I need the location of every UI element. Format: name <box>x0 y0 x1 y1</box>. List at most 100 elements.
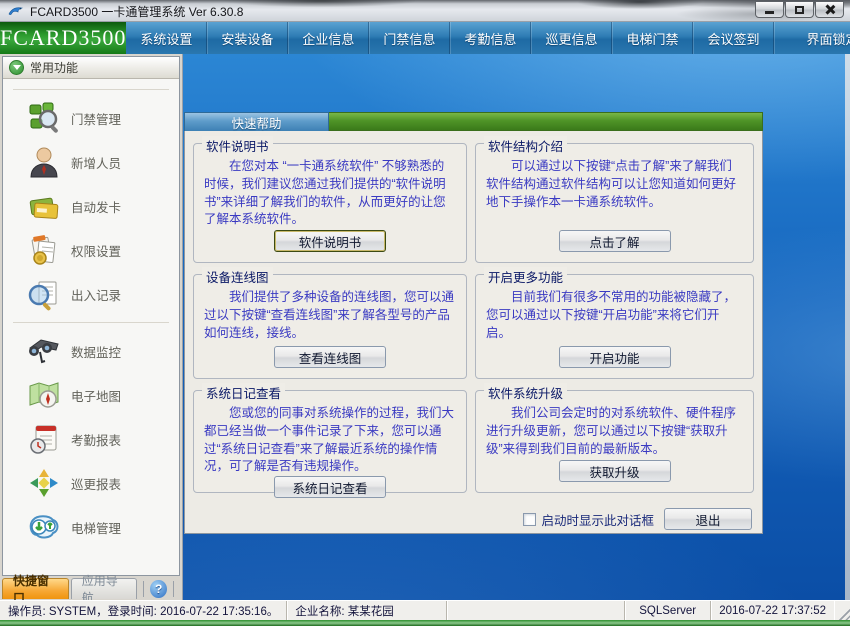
show-on-startup-checkbox[interactable] <box>523 513 536 526</box>
view-wiring-button[interactable]: 查看连线图 <box>274 346 386 368</box>
app-bird-icon <box>8 5 24 19</box>
menu-elevator-access[interactable]: 电梯门禁 <box>612 22 693 54</box>
sidebar-tabs: 快捷窗口 应用导航 ? <box>2 576 180 600</box>
panel-title: 软件说明书 <box>202 136 273 155</box>
menu-patrol-info[interactable]: 巡更信息 <box>531 22 612 54</box>
app-logo: FCARD3500 <box>0 22 126 54</box>
sidebar-item-records[interactable]: 出入记录 <box>3 272 179 316</box>
divider <box>13 89 169 90</box>
close-icon <box>824 4 835 15</box>
sidebar-item-e-map[interactable]: 电子地图 <box>3 373 179 417</box>
window-bottom-edge <box>0 620 850 626</box>
sidebar-item-elevator[interactable]: 电梯管理 <box>3 505 179 549</box>
system-log-button[interactable]: 系统日记查看 <box>274 476 386 498</box>
panel-software-manual: 软件说明书 在您对本 “一卡通系统软件” 不够熟悉的时候，我们建议您通过我们提供… <box>193 143 467 263</box>
menu-access-info[interactable]: 门禁信息 <box>369 22 450 54</box>
sidebar-item-label: 数据监控 <box>71 342 121 361</box>
enable-functions-button[interactable]: 开启功能 <box>559 346 671 368</box>
sidebar-item-label: 电子地图 <box>71 386 121 405</box>
workspace-background: 快速帮助 软件说明书 在您对本 “一卡通系统软件” 不够熟悉的时候，我们建议您通… <box>183 54 850 600</box>
panel-software-structure: 软件结构介绍 可以通过以下按键“点击了解”来了解我们软件结构通过软件结构可以让您… <box>475 143 754 263</box>
minimize-icon <box>765 11 774 14</box>
click-to-learn-button[interactable]: 点击了解 <box>559 230 671 252</box>
panel-software-upgrade: 软件系统升级 我们公司会定时的对系统软件、硬件程序进行升级更新，您可以通过以下按… <box>475 390 754 493</box>
status-bar: 操作员: SYSTEM，登录时间: 2016-07-22 17:35:16。 企… <box>0 600 850 620</box>
panel-text: 在您对本 “一卡通系统软件” 不够熟悉的时候，我们建议您通过我们提供的“软件说明… <box>204 158 456 229</box>
window-right-edge <box>845 54 850 600</box>
status-operator: 操作员: SYSTEM，登录时间: 2016-07-22 17:35:16。 <box>0 601 287 620</box>
sidebar-item-patrol-report[interactable]: 巡更报表 <box>3 461 179 505</box>
minimize-button[interactable] <box>755 1 784 18</box>
sidebar-header-label: 常用功能 <box>30 59 78 76</box>
elevator-icon <box>27 510 61 544</box>
show-on-startup-option[interactable]: 启动时显示此对话框 <box>523 510 654 529</box>
panel-wiring-diagram: 设备连线图 我们提供了多种设备的连线图，您可以通过以下按键“查看连线图”来了解各… <box>193 274 467 379</box>
maximize-button[interactable] <box>785 1 814 18</box>
menu-attendance-info[interactable]: 考勤信息 <box>450 22 531 54</box>
e-map-icon <box>27 378 61 412</box>
panel-text: 我们提供了多种设备的连线图，您可以通过以下按键“查看连线图”来了解各型号的产品如… <box>204 289 456 342</box>
patrol-report-icon <box>27 466 61 500</box>
sidebar-item-auto-card[interactable]: 自动发卡 <box>3 184 179 228</box>
panel-title: 软件系统升级 <box>484 383 567 402</box>
tab-quick-window[interactable]: 快捷窗口 <box>2 578 69 599</box>
status-company: 企业名称: 某某花园 <box>287 601 447 620</box>
panel-text: 可以通过以下按键“点击了解”来了解我们软件结构通过软件结构可以让您知道如何更好地… <box>486 158 743 211</box>
attendance-report-icon <box>27 422 61 456</box>
tab-app-navigation[interactable]: 应用导航 <box>71 578 138 599</box>
menu-enterprise-info[interactable]: 企业信息 <box>288 22 369 54</box>
sidebar-item-label: 出入记录 <box>71 285 121 304</box>
panel-title: 软件结构介绍 <box>484 136 567 155</box>
sidebar-item-label: 考勤报表 <box>71 430 121 449</box>
app-window: FCARD3500 一卡通管理系统 Ver 6.30.8 FCARD3500 系… <box>0 0 850 626</box>
divider <box>143 581 144 597</box>
panel-text: 我们公司会定时的对系统软件、硬件程序进行升级更新，您可以通过以下按键“获取升级”… <box>486 405 743 458</box>
software-manual-button[interactable]: 软件说明书 <box>274 230 386 252</box>
panel-text: 目前我们有很多不常用的功能被隐藏了，您可以通过以下按键“开启功能”来将它们开启。 <box>486 289 743 342</box>
panel-more-functions: 开启更多功能 目前我们有很多不常用的功能被隐藏了，您可以通过以下按键“开启功能”… <box>475 274 754 379</box>
menu-meeting-signin[interactable]: 会议签到 <box>693 22 774 54</box>
sidebar-item-label: 电梯管理 <box>71 518 121 537</box>
door-access-icon <box>27 101 61 135</box>
sidebar-item-add-person[interactable]: 新增人员 <box>3 140 179 184</box>
sidebar-item-permission[interactable]: 权限设置 <box>3 228 179 272</box>
divider <box>173 581 174 597</box>
auto-card-icon <box>27 189 61 223</box>
window-title: FCARD3500 一卡通管理系统 Ver 6.30.8 <box>30 3 243 20</box>
quick-help-dialog: 快速帮助 软件说明书 在您对本 “一卡通系统软件” 不够熟悉的时候，我们建议您通… <box>184 112 763 534</box>
panel-title: 系统日记查看 <box>202 383 285 402</box>
menu-bar: FCARD3500 系统设置 安装设备 企业信息 门禁信息 考勤信息 巡更信息 … <box>0 22 850 54</box>
menu-install-device[interactable]: 安装设备 <box>207 22 288 54</box>
sidebar-item-label: 巡更报表 <box>71 474 121 493</box>
sidebar-item-attendance-report[interactable]: 考勤报表 <box>3 417 179 461</box>
sidebar-item-label: 自动发卡 <box>71 197 121 216</box>
sidebar-item-label: 门禁管理 <box>71 109 121 128</box>
sidebar-item-data-monitor[interactable]: 数据监控 <box>3 329 179 373</box>
panel-system-log: 系统日记查看 您或您的同事对系统操作的过程，我们大都已经当做一个事件记录了下来，… <box>193 390 467 493</box>
data-monitor-icon <box>27 334 61 368</box>
panel-title: 设备连线图 <box>202 267 273 286</box>
exit-button[interactable]: 退出 <box>664 508 752 530</box>
permission-icon <box>27 233 61 267</box>
menu-system-settings[interactable]: 系统设置 <box>126 22 207 54</box>
tab-quick-help[interactable]: 快速帮助 <box>184 112 329 131</box>
records-icon <box>27 277 61 311</box>
dialog-footer: 启动时显示此对话框 退出 <box>193 504 754 534</box>
show-on-startup-label: 启动时显示此对话框 <box>541 510 654 529</box>
quick-help-tabstrip: 快速帮助 <box>184 112 763 131</box>
status-datetime: 2016-07-22 17:37:52 <box>711 601 834 620</box>
get-upgrade-button[interactable]: 获取升级 <box>559 460 671 482</box>
help-icon[interactable]: ? <box>150 580 167 598</box>
status-database: SQLServer <box>625 601 711 620</box>
resize-grip[interactable] <box>836 606 850 620</box>
title-bar: FCARD3500 一卡通管理系统 Ver 6.30.8 <box>0 0 850 22</box>
tabstrip-filler <box>329 112 763 131</box>
collapse-icon[interactable] <box>9 60 24 75</box>
close-button[interactable] <box>815 1 844 18</box>
menu-lock-ui[interactable]: 界面锁定 <box>792 22 850 54</box>
panel-text: 您或您的同事对系统操作的过程，我们大都已经当做一个事件记录了下来，您可以通过“系… <box>204 405 456 476</box>
sidebar-item-label: 权限设置 <box>71 241 121 260</box>
status-spacer <box>447 601 625 620</box>
maximize-icon <box>795 6 804 14</box>
sidebar-item-door-access[interactable]: 门禁管理 <box>3 96 179 140</box>
